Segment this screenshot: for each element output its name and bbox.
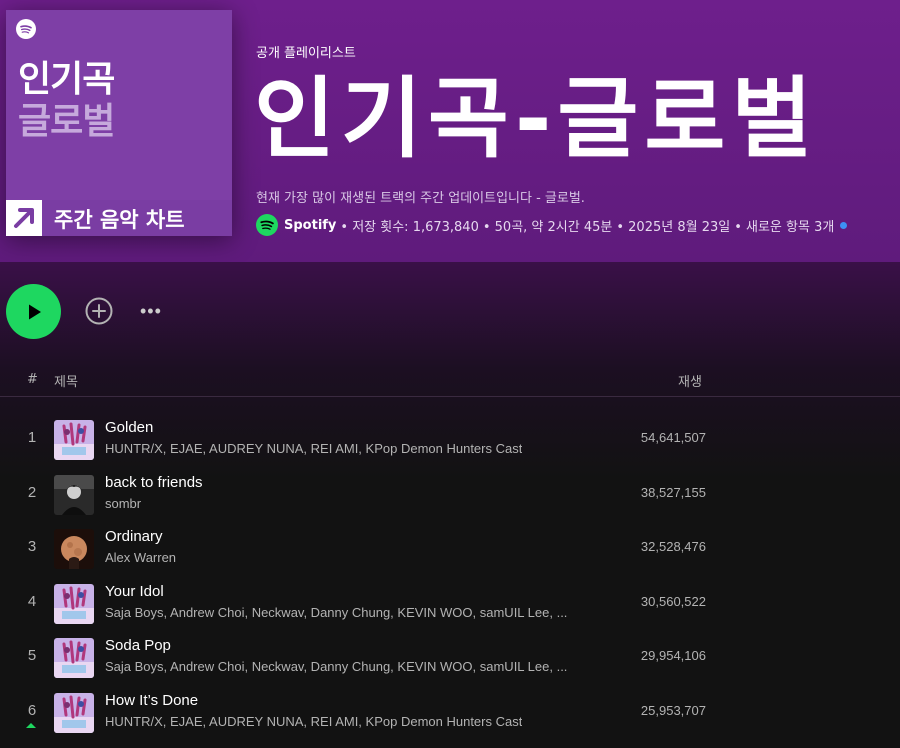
track-artists[interactable]: Alex Warren	[105, 550, 176, 565]
cover-band: 주간 음악 차트	[6, 200, 232, 236]
playlist-cover[interactable]: 인기곡 글로벌 주간 음악 차트	[6, 10, 232, 236]
track-title[interactable]: back to friends	[105, 474, 203, 491]
playlist-kind: 공개 플레이리스트	[256, 46, 356, 61]
add-to-library-button[interactable]	[85, 297, 113, 325]
track-table-header: # 제목 재생	[0, 365, 900, 397]
track-play-count: 32,528,476	[640, 539, 706, 555]
track-title[interactable]: How It’s Done	[105, 692, 198, 709]
track-play-count: 30,560,522	[640, 593, 706, 609]
album-art[interactable]	[54, 638, 94, 679]
track-artists[interactable]: Saja Boys, Andrew Choi, Neckwav, Danny C…	[105, 605, 567, 620]
save-count: • 저장 횟수: 1,673,840	[340, 219, 479, 235]
updated-date: • 2025년 8월 23일	[616, 219, 731, 235]
track-play-count: 38,527,155	[640, 484, 706, 500]
page-title: 인기곡-글로벌	[254, 67, 819, 170]
track-row[interactable]: 1 Golden HUNTR/X, EJAE, AUDREY NUNA, REI A…	[0, 413, 900, 467]
column-number[interactable]: #	[27, 372, 38, 387]
track-artists[interactable]: Saja Boys, Andrew Choi, Neckwav, Danny C…	[105, 659, 567, 674]
track-count-duration: • 50곡, 약 2시간 45분	[482, 219, 613, 235]
track-artists[interactable]: HUNTR/X, EJAE, AUDREY NUNA, REI AMI, KPo…	[105, 714, 522, 729]
track-title[interactable]: Ordinary	[105, 528, 163, 545]
track-number: 5	[27, 647, 37, 665]
trend-up-icon	[26, 723, 36, 728]
album-art[interactable]	[54, 529, 94, 570]
more-options-button[interactable]: •••	[140, 302, 168, 320]
playlist-meta: Spotify • 저장 횟수: 1,673,840 • 50곡, 약 2시간 …	[256, 213, 848, 237]
spotify-logo-icon	[256, 214, 278, 236]
track-row[interactable]: 6 How It’s Done HUNTR/X, EJAE, AUDREY NUNA…	[0, 686, 900, 740]
track-row[interactable]: 2 back to friends sombr 38,527,155	[0, 468, 900, 522]
track-title[interactable]: Soda Pop	[105, 637, 171, 654]
track-play-count: 54,641,507	[640, 430, 706, 445]
track-artists[interactable]: sombr	[105, 496, 141, 511]
playlist-description: 현재 가장 많이 재생된 트랙의 주간 업데이트입니다 - 글로벌.	[256, 191, 585, 206]
spotify-logo-icon	[16, 19, 36, 39]
new-indicator-dot	[840, 221, 848, 229]
album-art[interactable]	[54, 474, 94, 515]
column-plays[interactable]: 재생	[678, 371, 702, 390]
new-items-count: • 새로운 항목 3개	[734, 219, 835, 235]
album-art[interactable]	[54, 420, 94, 460]
track-row[interactable]: 3 Ordinary Alex Warren 32,528,476	[0, 522, 900, 576]
column-title[interactable]: 제목	[54, 371, 78, 390]
track-row[interactable]: 5 Soda Pop Saja Boys, Andrew Choi, Neckwav…	[0, 631, 900, 685]
track-number: 6	[27, 702, 37, 719]
track-artists[interactable]: HUNTR/X, EJAE, AUDREY NUNA, REI AMI, KPo…	[105, 441, 522, 456]
track-number: 1	[27, 429, 37, 446]
track-play-count: 25,953,707	[640, 703, 706, 718]
track-title[interactable]: Your Idol	[105, 583, 164, 600]
play-button[interactable]	[6, 284, 61, 339]
cover-title-line2: 글로벌	[18, 101, 115, 142]
trending-arrow-icon	[6, 200, 42, 236]
play-icon	[28, 304, 41, 319]
track-number: 4	[27, 592, 37, 610]
owner-link[interactable]: Spotify	[284, 218, 336, 233]
track-title[interactable]: Golden	[105, 419, 153, 436]
cover-band-label: 주간 음악 차트	[54, 208, 185, 232]
album-art[interactable]	[54, 583, 94, 624]
track-number: 2	[27, 483, 37, 501]
album-art[interactable]	[54, 693, 94, 733]
track-row[interactable]: 4 Your Idol Saja Boys, Andrew Choi, Neckwa…	[0, 577, 900, 631]
playlist-header: 인기곡 글로벌 주간 음악 차트 공개 플레이리스트 인기곡-글로벌 현재 가장…	[0, 0, 900, 262]
track-play-count: 29,954,106	[640, 648, 706, 664]
track-number: 3	[27, 538, 37, 556]
